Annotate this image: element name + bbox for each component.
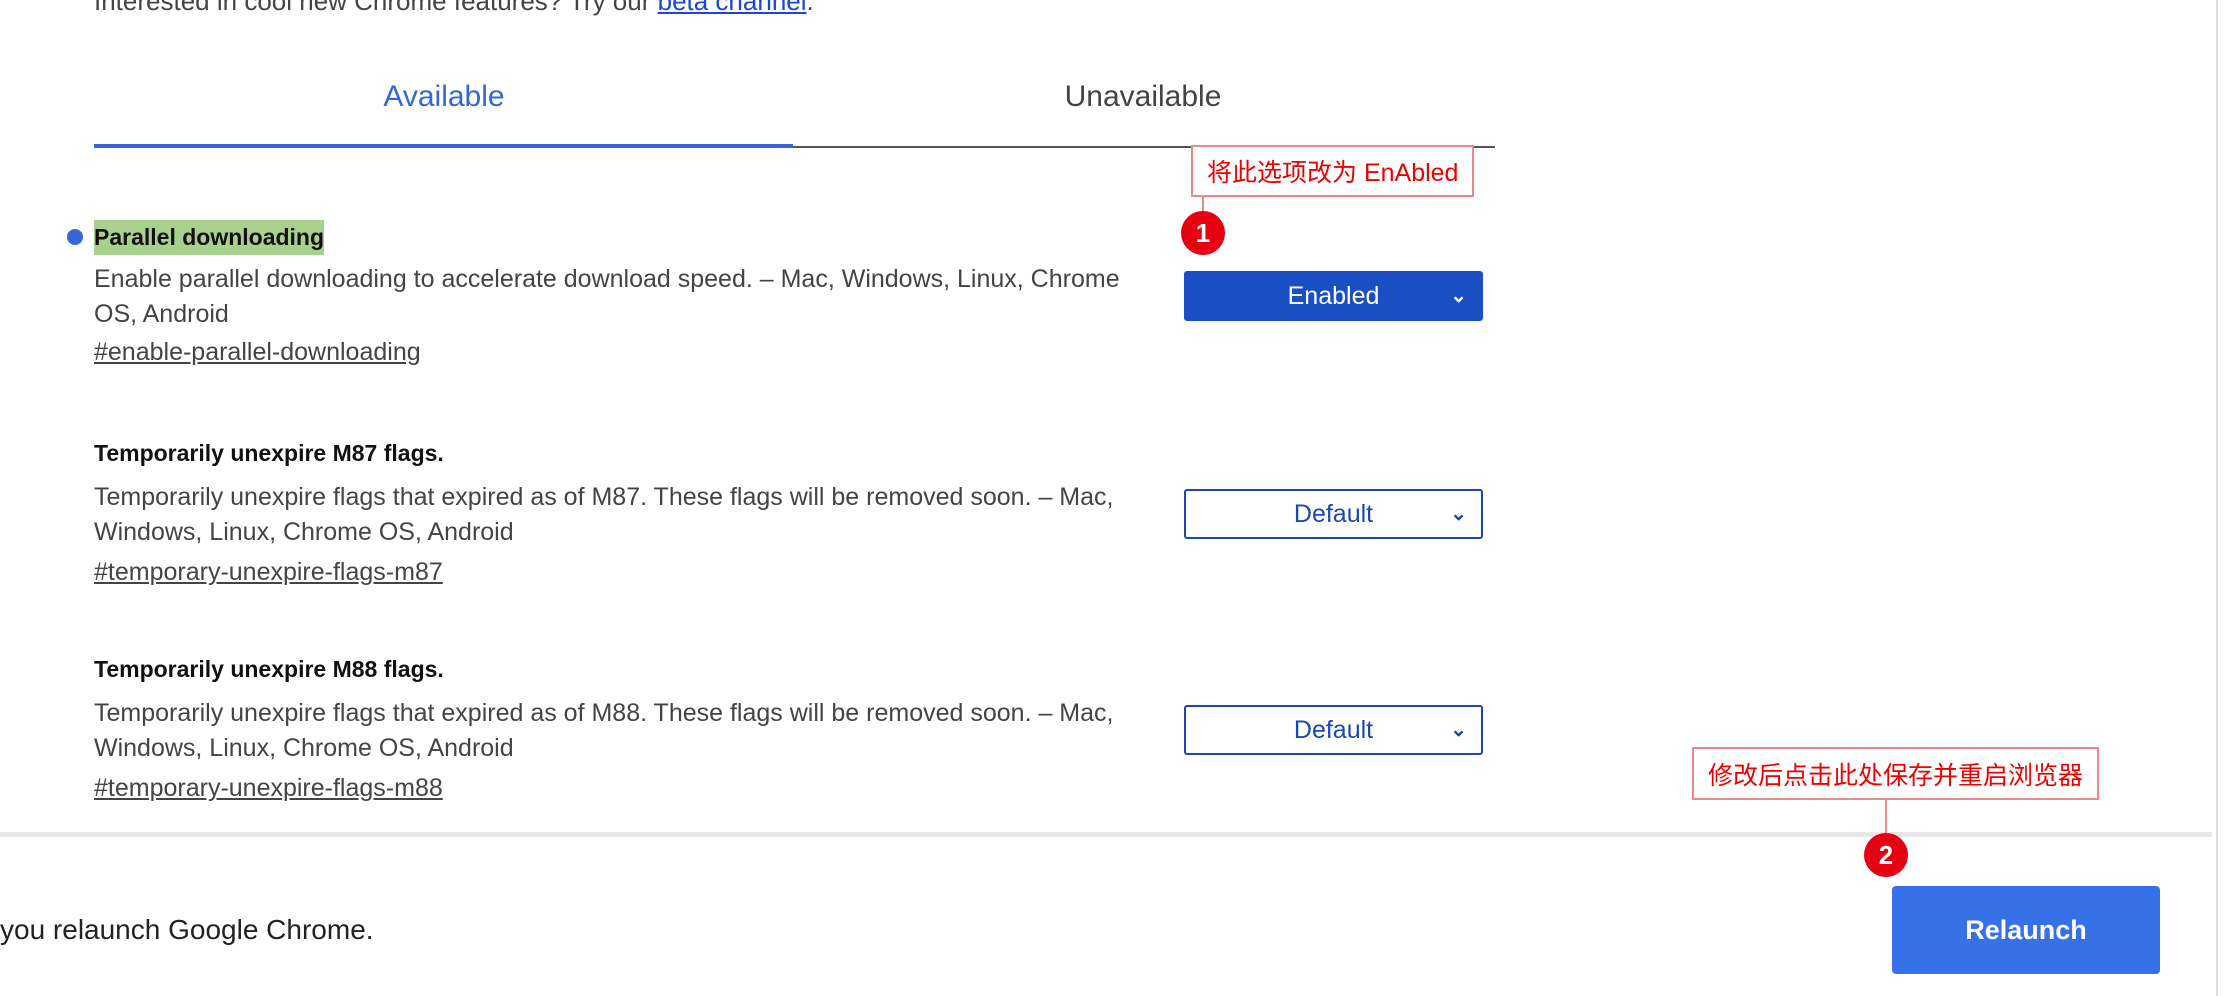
chevron-down-icon: ⌄: [1450, 503, 1467, 525]
intro-text: Interested in cool new Chrome features? …: [94, 0, 814, 17]
intro-end: .: [806, 0, 814, 16]
select-value: Default: [1293, 715, 1374, 744]
flag-select-m88[interactable]: Default ⌄: [1184, 705, 1483, 755]
annotation-callout: 将此选项改为 EnAbled: [1191, 145, 1475, 197]
select-value: Default: [1293, 499, 1374, 528]
chevron-down-icon: ⌄: [1450, 285, 1467, 307]
chevron-down-icon: ⌄: [1450, 719, 1467, 741]
select-value: Enabled: [1287, 281, 1380, 310]
annotation-connector: [1885, 798, 1887, 838]
relaunch-button[interactable]: Relaunch: [1892, 886, 2160, 974]
flag-link[interactable]: #temporary-unexpire-flags-m87: [94, 558, 443, 587]
flag-description: Temporarily unexpire flags that expired …: [94, 483, 1114, 546]
intro-label: Interested in cool new Chrome features? …: [94, 0, 658, 16]
annotation-callout: 修改后点击此处保存并重启浏览器: [1692, 747, 2100, 800]
flag-select-m87[interactable]: Default ⌄: [1184, 489, 1483, 539]
flag-title: Parallel downloading: [94, 220, 325, 255]
beta-channel-link[interactable]: beta channel: [658, 0, 807, 16]
flag-link[interactable]: #temporary-unexpire-flags-m88: [94, 774, 443, 803]
flag-title: Temporarily unexpire M88 flags.: [94, 656, 444, 682]
relaunch-message: you relaunch Google Chrome.: [0, 914, 374, 945]
flag-select-parallel-downloading[interactable]: Enabled ⌄: [1184, 271, 1483, 321]
annotation-badge: 1: [1181, 211, 1225, 255]
tab-available[interactable]: Available: [94, 80, 794, 114]
active-tab-indicator: [94, 144, 793, 148]
modified-dot-icon: [67, 229, 83, 245]
scrollbar-track[interactable]: [2216, 0, 2218, 996]
flag-title: Temporarily unexpire M87 flags.: [94, 440, 444, 466]
tab-unavailable[interactable]: Unavailable: [793, 80, 1493, 114]
flag-link[interactable]: #enable-parallel-downloading: [94, 338, 421, 367]
flag-description: Temporarily unexpire flags that expired …: [94, 699, 1114, 762]
flag-description: Enable parallel downloading to accelerat…: [94, 265, 1120, 328]
annotation-badge: 2: [1864, 833, 1908, 877]
